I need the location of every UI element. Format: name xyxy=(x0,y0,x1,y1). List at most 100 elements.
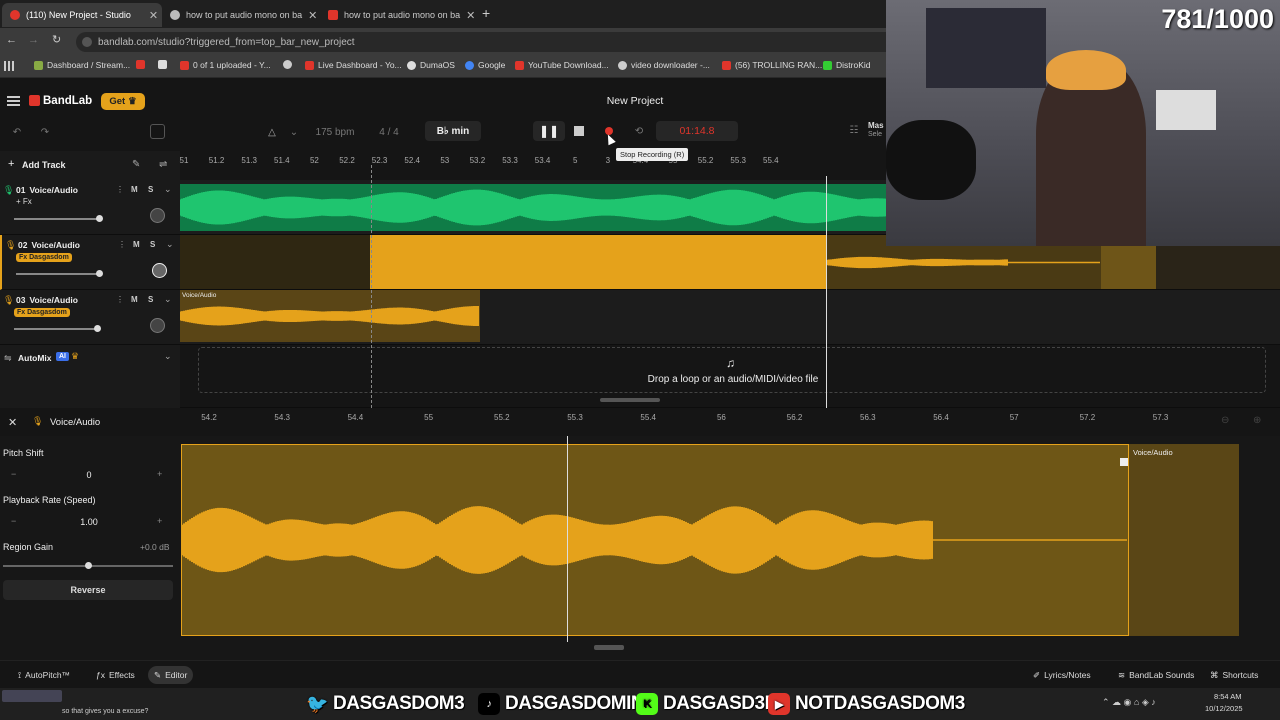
fx-badge[interactable]: Fx Dasgasdom xyxy=(16,253,72,262)
bookmark-distrokid[interactable]: DistroKid xyxy=(823,60,870,70)
track-lane-03[interactable]: Voice/Audio xyxy=(180,290,1280,345)
add-track-button[interactable]: Add Track xyxy=(22,160,66,170)
close-tab-icon[interactable]: ✕ xyxy=(149,9,158,22)
apps-grid-icon[interactable] xyxy=(4,61,14,71)
bookmark-video-downloader[interactable]: video downloader -... xyxy=(618,60,710,70)
chevron-down-icon[interactable]: ⌄ xyxy=(164,351,172,362)
bookmark-edge[interactable] xyxy=(283,60,292,69)
bookmark-uploaded[interactable]: 0 of 1 uploaded - Y... xyxy=(180,60,271,70)
reload-icon[interactable]: ↻ xyxy=(52,33,61,46)
increment-button[interactable]: + xyxy=(157,516,162,526)
volume-knob[interactable] xyxy=(96,270,103,277)
editor-audio-region[interactable] xyxy=(181,444,1129,636)
editor-scrollbar[interactable] xyxy=(594,645,624,650)
track-settings-icon[interactable]: ⇌ xyxy=(159,159,167,170)
key-selector[interactable]: B♭ min xyxy=(425,121,481,141)
tab-youtube-2[interactable]: how to put audio mono on ba ✕ xyxy=(320,3,478,27)
track-header-01[interactable]: 🎙 01 Voice/Audio + Fx ⋮ M S ⌄ xyxy=(0,180,180,235)
forward-arrow-icon[interactable]: → xyxy=(28,34,39,46)
master-settings-icon[interactable]: ☷ xyxy=(846,122,862,138)
region-gain-slider[interactable] xyxy=(3,562,173,569)
pitch-shift-value[interactable]: 0 xyxy=(3,470,175,480)
track-menu-icon[interactable]: ⋮ xyxy=(116,185,124,194)
solo-button[interactable]: S xyxy=(150,240,155,249)
pitch-shift-stepper[interactable]: − 0 + xyxy=(3,467,175,485)
zoom-out-icon[interactable]: ⊖ xyxy=(1221,415,1229,426)
time-signature[interactable]: 4 / 4 xyxy=(370,125,408,139)
autopitch-button[interactable]: ⟟ AutoPitch™ xyxy=(12,666,76,684)
volume-slider[interactable] xyxy=(14,325,101,332)
lyrics-notes-button[interactable]: ✐ Lyrics/Notes xyxy=(1027,666,1097,684)
increment-button[interactable]: + xyxy=(157,469,162,479)
master-label[interactable]: Mas xyxy=(868,121,884,130)
system-tray-icons[interactable]: ⌃ ☁ ◉ ⌂ ◈ ♪ xyxy=(1102,697,1156,708)
chevron-down-icon[interactable]: ⌄ xyxy=(164,294,172,305)
tab-studio[interactable]: (110) New Project - Studio ✕ xyxy=(2,3,162,27)
bookmark-google[interactable]: Google xyxy=(465,60,505,70)
effects-button[interactable]: ƒx Effects xyxy=(90,666,141,684)
automix-row[interactable]: ⇋ AutoMix AI ♛ ⌄ xyxy=(0,345,180,408)
track-menu-icon[interactable]: ⋮ xyxy=(118,240,126,249)
editor-region-tail[interactable]: Voice/Audio xyxy=(1129,444,1239,636)
bookmark-live-dashboard[interactable]: Live Dashboard - Yo... xyxy=(305,60,402,70)
loop-icon[interactable]: ⟲ xyxy=(628,121,650,141)
pan-dial[interactable] xyxy=(150,318,165,333)
automation-icon[interactable]: ✎ xyxy=(132,159,140,170)
chevron-down-icon[interactable]: ⌄ xyxy=(166,239,174,250)
pan-dial[interactable] xyxy=(150,208,165,223)
new-tab-button[interactable]: + xyxy=(482,5,490,21)
metronome-icon[interactable]: △ xyxy=(264,124,280,140)
bookmark-dashboard[interactable]: Dashboard / Stream... xyxy=(34,60,130,70)
region-gain-knob[interactable] xyxy=(85,562,92,569)
fx-badge[interactable]: Fx Dasgasdom xyxy=(14,308,70,317)
bpm-display[interactable]: 175 bpm xyxy=(310,125,360,139)
audio-region[interactable]: Voice/Audio xyxy=(180,290,480,342)
pause-button[interactable]: ❚❚ xyxy=(533,121,565,141)
close-tab-icon[interactable]: ✕ xyxy=(308,9,317,22)
reverse-button[interactable]: Reverse xyxy=(3,580,173,600)
bookmark-trolling[interactable]: (56) TROLLING RAN... xyxy=(722,60,822,70)
mute-button[interactable]: M xyxy=(133,240,140,249)
add-fx-button[interactable]: + Fx xyxy=(16,197,32,206)
volume-knob[interactable] xyxy=(94,325,101,332)
site-info-icon[interactable] xyxy=(82,37,92,47)
undo-icon[interactable]: ↶ xyxy=(10,125,24,139)
audio-region-selected[interactable] xyxy=(370,235,827,289)
editor-button[interactable]: ✎ Editor xyxy=(148,666,194,684)
mute-button[interactable]: M xyxy=(131,185,138,194)
bandlab-sounds-button[interactable]: ≋ BandLab Sounds xyxy=(1112,666,1200,684)
audio-region[interactable] xyxy=(180,184,890,231)
volume-knob[interactable] xyxy=(96,215,103,222)
chevron-down-icon[interactable]: ⌄ xyxy=(164,184,172,195)
redo-icon[interactable]: ↷ xyxy=(38,125,52,139)
region-handle[interactable] xyxy=(1120,458,1128,466)
editor-ruler[interactable]: 54.2 54.3 54.4 55 55.2 55.3 55.4 56 56.2 56.3 56.4… xyxy=(180,408,1210,428)
chevron-down-icon[interactable]: ⌄ xyxy=(288,124,300,140)
horizontal-scrollbar[interactable] xyxy=(600,398,660,402)
solo-button[interactable]: S xyxy=(148,185,153,194)
playback-rate-stepper[interactable]: − 1.00 + xyxy=(3,514,175,532)
bookmark-blogger[interactable] xyxy=(158,60,167,69)
volume-slider[interactable] xyxy=(14,215,103,222)
url-field[interactable]: bandlab.com/studio?triggered_from=top_ba… xyxy=(76,32,896,52)
drop-zone-lane[interactable]: ♫ Drop a loop or an audio/MIDI/video fil… xyxy=(180,345,1280,408)
audio-region-dim[interactable] xyxy=(180,235,370,289)
mute-button[interactable]: M xyxy=(131,295,138,304)
zoom-in-icon[interactable]: ⊕ xyxy=(1253,415,1261,426)
volume-slider[interactable] xyxy=(16,270,103,277)
pan-dial[interactable] xyxy=(152,263,167,278)
drop-zone[interactable]: ♫ Drop a loop or an audio/MIDI/video fil… xyxy=(198,347,1266,393)
bookmark-dumaos[interactable]: DumaOS xyxy=(407,60,455,70)
back-arrow-icon[interactable]: ← xyxy=(6,34,17,46)
editor-playhead[interactable] xyxy=(567,436,568,642)
close-tab-icon[interactable]: ✕ xyxy=(466,9,475,22)
playhead[interactable] xyxy=(826,176,827,408)
shortcuts-button[interactable]: ⌘ Shortcuts xyxy=(1204,666,1264,684)
playback-rate-value[interactable]: 1.00 xyxy=(3,517,175,527)
tab-youtube-1[interactable]: how to put audio mono on ba ✕ xyxy=(162,3,320,27)
mixer-icon[interactable] xyxy=(150,124,165,139)
bookmark-youtube[interactable] xyxy=(136,60,145,69)
stop-button[interactable] xyxy=(568,121,590,141)
close-icon[interactable]: ✕ xyxy=(8,416,17,429)
track-menu-icon[interactable]: ⋮ xyxy=(116,295,124,304)
